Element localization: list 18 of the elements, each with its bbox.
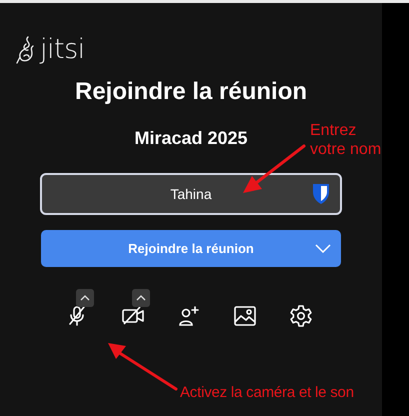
annotation-text: Entrez votre nom <box>310 121 382 159</box>
settings-icon[interactable] <box>289 304 313 328</box>
chevron-down-icon[interactable] <box>315 244 331 253</box>
image-icon[interactable] <box>233 304 257 328</box>
meeting-name: Miracad 2025 <box>134 128 248 149</box>
page-title: Rejoindre la réunion <box>74 78 308 106</box>
name-field[interactable]: Tahina <box>40 173 342 215</box>
caret-up-icon[interactable] <box>136 295 146 301</box>
add-person-icon[interactable] <box>177 304 201 328</box>
annotation-arrow <box>243 144 306 193</box>
shield-icon[interactable] <box>312 183 330 205</box>
caret-up-button[interactable] <box>76 289 94 307</box>
join-meeting-button[interactable]: Rejoindre la réunion <box>41 230 341 267</box>
annotation-text: Activez la caméra et le son <box>180 383 354 402</box>
caret-up-icon[interactable] <box>80 295 90 301</box>
caret-up-button[interactable] <box>132 289 150 307</box>
logo-text: jitsi <box>40 34 85 65</box>
annotation-arrow <box>108 343 178 390</box>
